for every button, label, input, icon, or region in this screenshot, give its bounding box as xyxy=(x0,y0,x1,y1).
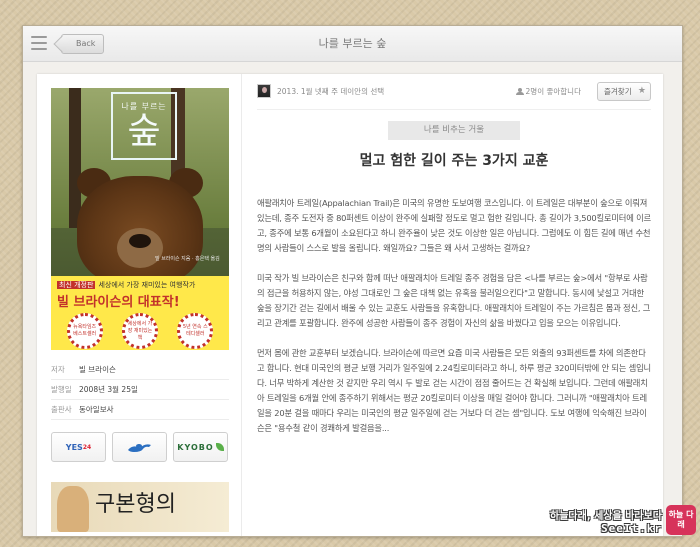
book-cover[interactable]: 나를 부르는 숲 빌 브라이슨 지음 · 홍은택 옮김 최신 개정판 세상에서 가… xyxy=(51,88,229,350)
content-page: 나를 부르는 숲 빌 브라이슨 지음 · 홍은택 옮김 최신 개정판 세상에서 가… xyxy=(37,74,663,536)
watermark-line1: 하늘다래, 세상을 바라보다 xyxy=(550,511,662,522)
book-meta: 저자 빌 브라이슨 발행일 2008년 3월 25일 출판사 동아일보사 xyxy=(51,360,229,420)
yes24-label: YES xyxy=(65,442,83,452)
band-tagline: 최신 개정판 세상에서 가장 재미있는 여행작가 xyxy=(51,276,229,290)
cover-author: 빌 브라이슨 지음 · 홍은택 옮김 xyxy=(155,256,220,262)
meta-author: 저자 빌 브라이슨 xyxy=(51,360,229,380)
band-headline: 빌 브라이슨의 대표작! xyxy=(57,295,180,310)
likes-text: 2명이 좋아합니다 xyxy=(525,87,581,96)
cover-title-box: 나를 부르는 숲 xyxy=(111,92,177,160)
paragraph: 애팔래치아 트레일(Appalachian Trail)은 미국의 유명한 도보… xyxy=(257,198,651,253)
favorite-label: 즐겨찾기 xyxy=(604,87,632,96)
app-window: Back 나를 부르는 숲 나를 부르는 숲 빌 브라이슨 지음 · 홍은택 옮… xyxy=(22,25,683,537)
paragraph: 먼저 몸에 관한 교훈부터 보겠습니다. 브라이슨에 따르면 요즘 미국 사람들… xyxy=(257,348,651,433)
yes24-sup: 24 xyxy=(82,443,92,451)
leaf-icon xyxy=(215,443,224,451)
meta-date: 발행일 2008년 3월 25일 xyxy=(51,380,229,400)
portrait-illustration xyxy=(57,486,89,532)
cover-band: 최신 개정판 세상에서 가장 재미있는 여행작가 빌 브라이슨의 대표작! 뉴욕타… xyxy=(51,276,229,350)
yes24-button[interactable]: YES 24 xyxy=(51,432,106,462)
selection-label: 2013. 1월 넷째 주 데이안의 선택 xyxy=(277,87,385,96)
award-seal: 5년 연속 스테디셀러 xyxy=(177,313,214,349)
meta-value: 2008년 3월 25일 xyxy=(79,385,138,394)
meta-key: 출판사 xyxy=(51,405,72,414)
cover-title-big: 숲 xyxy=(127,110,161,152)
meta-publisher: 출판사 동아일보사 xyxy=(51,400,229,420)
page-title: 나를 부르는 숲 xyxy=(318,37,387,50)
star-icon: ★ xyxy=(637,86,646,96)
band-line1: 세상에서 가장 재미있는 여행작가 xyxy=(98,281,196,289)
award-seal: 뉴욕타임즈 베스트셀러 xyxy=(66,313,103,349)
bear-nose xyxy=(129,234,151,248)
watermark-line2: SeeIt.kr xyxy=(601,522,662,535)
award-seals: 뉴욕타임즈 베스트셀러 세상에서 가장 재미있는 책 5년 연속 스테디셀러 xyxy=(51,311,229,350)
meta-key: 발행일 xyxy=(51,385,72,394)
next-book-title: 구본형의 xyxy=(95,492,176,517)
favorite-button[interactable]: 즐겨찾기 ★ xyxy=(597,82,651,101)
watermark-text: 하늘다래, 세상을 바라보다 SeeIt.kr xyxy=(550,507,662,535)
category-tab: 나를 비추는 거울 xyxy=(388,121,520,140)
article-body: 애팔래치아 트레일(Appalachian Trail)은 미국의 유명한 도보… xyxy=(257,196,651,436)
kyobo-label: KYOBO xyxy=(177,442,214,452)
watermark: 하늘다래, 세상을 바라보다 SeeIt.kr 하늘 다래 xyxy=(550,505,696,535)
award-seal: 세상에서 가장 재미있는 책 xyxy=(121,313,158,349)
curator-avatar xyxy=(257,84,271,98)
article: 2013. 1월 넷째 주 데이안의 선택 2명이 좋아합니다 즐겨찾기 ★ 나… xyxy=(257,74,651,451)
user-icon xyxy=(515,88,524,95)
magic-lamp-icon xyxy=(127,444,151,452)
next-book-cover[interactable]: 구본형의 xyxy=(51,482,229,532)
article-header: 2013. 1월 넷째 주 데이안의 선택 2명이 좋아합니다 즐겨찾기 ★ xyxy=(257,74,651,110)
column-divider xyxy=(241,74,242,536)
meta-value: 동아일보사 xyxy=(79,405,114,414)
meta-value: 빌 브라이슨 xyxy=(79,365,116,374)
top-bar: Back 나를 부르는 숲 xyxy=(23,26,682,62)
likes-count: 2명이 좋아합니다 xyxy=(515,86,581,97)
kyobo-button[interactable]: KYOBO xyxy=(173,432,228,462)
watermark-logo: 하늘 다래 xyxy=(666,505,696,535)
store-links: YES 24 KYOBO xyxy=(51,432,229,462)
cover-title-small: 나를 부르는 xyxy=(121,101,167,111)
article-title: 멀고 험한 길이 주는 3가지 교훈 xyxy=(359,153,549,169)
edition-badge: 최신 개정판 xyxy=(57,281,96,289)
meta-key: 저자 xyxy=(51,365,65,374)
aladin-button[interactable] xyxy=(112,432,167,462)
paragraph: 미국 작가 빌 브라이슨은 친구와 함께 떠난 애팔래치아 트레일 종주 경험을… xyxy=(257,273,651,328)
book-sidebar: 나를 부르는 숲 빌 브라이슨 지음 · 홍은택 옮김 최신 개정판 세상에서 가… xyxy=(51,88,229,532)
